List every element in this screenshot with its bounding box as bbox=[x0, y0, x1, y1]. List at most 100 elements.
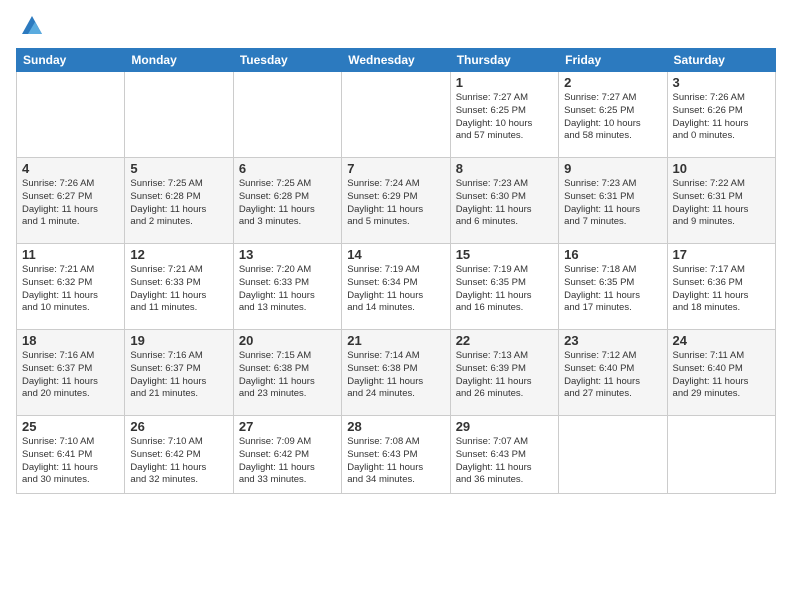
day-number: 6 bbox=[239, 161, 336, 176]
calendar-cell bbox=[17, 72, 125, 158]
day-number: 25 bbox=[22, 419, 119, 434]
calendar-table: SundayMondayTuesdayWednesdayThursdayFrid… bbox=[16, 48, 776, 494]
calendar-cell: 9 Sunrise: 7:23 AM Sunset: 6:31 PM Daylig… bbox=[559, 158, 667, 244]
day-info: Sunrise: 7:25 AM Sunset: 6:28 PM Dayligh… bbox=[239, 178, 336, 229]
day-info: Sunrise: 7:24 AM Sunset: 6:29 PM Dayligh… bbox=[347, 178, 444, 229]
day-number: 8 bbox=[456, 161, 553, 176]
calendar-cell bbox=[125, 72, 233, 158]
weekday-header-thursday: Thursday bbox=[450, 49, 558, 72]
day-info: Sunrise: 7:26 AM Sunset: 6:26 PM Dayligh… bbox=[673, 92, 770, 143]
day-number: 17 bbox=[673, 247, 770, 262]
day-info: Sunrise: 7:12 AM Sunset: 6:40 PM Dayligh… bbox=[564, 350, 661, 401]
day-info: Sunrise: 7:14 AM Sunset: 6:38 PM Dayligh… bbox=[347, 350, 444, 401]
weekday-header-tuesday: Tuesday bbox=[233, 49, 341, 72]
calendar-cell: 8 Sunrise: 7:23 AM Sunset: 6:30 PM Daylig… bbox=[450, 158, 558, 244]
day-number: 11 bbox=[22, 247, 119, 262]
day-number: 10 bbox=[673, 161, 770, 176]
day-number: 5 bbox=[130, 161, 227, 176]
day-number: 28 bbox=[347, 419, 444, 434]
calendar-cell: 13Sunrise: 7:20 AM Sunset: 6:33 PM Dayli… bbox=[233, 244, 341, 330]
calendar-cell: 6 Sunrise: 7:25 AM Sunset: 6:28 PM Daylig… bbox=[233, 158, 341, 244]
day-number: 15 bbox=[456, 247, 553, 262]
calendar-page: SundayMondayTuesdayWednesdayThursdayFrid… bbox=[0, 0, 792, 612]
calendar-cell: 27 Sunrise: 7:09 AM Sunset: 6:42 PM Dayli… bbox=[233, 416, 341, 494]
weekday-header-wednesday: Wednesday bbox=[342, 49, 450, 72]
day-number: 4 bbox=[22, 161, 119, 176]
calendar-cell: 25 Sunrise: 7:10 AM Sunset: 6:41 PM Dayli… bbox=[17, 416, 125, 494]
week-row-1: 1Sunrise: 7:27 AM Sunset: 6:25 PM Daylig… bbox=[17, 72, 776, 158]
calendar-cell bbox=[667, 416, 775, 494]
calendar-cell: 2 Sunrise: 7:27 AM Sunset: 6:25 PM Daylig… bbox=[559, 72, 667, 158]
week-row-3: 11 Sunrise: 7:21 AM Sunset: 6:32 PM Dayli… bbox=[17, 244, 776, 330]
day-number: 2 bbox=[564, 75, 661, 90]
day-number: 9 bbox=[564, 161, 661, 176]
day-info: Sunrise: 7:16 AM Sunset: 6:37 PM Dayligh… bbox=[22, 350, 119, 401]
calendar-cell: 24Sunrise: 7:11 AM Sunset: 6:40 PM Dayli… bbox=[667, 330, 775, 416]
calendar-cell: 26 Sunrise: 7:10 AM Sunset: 6:42 PM Dayli… bbox=[125, 416, 233, 494]
day-info: Sunrise: 7:10 AM Sunset: 6:42 PM Dayligh… bbox=[130, 436, 227, 487]
day-number: 13 bbox=[239, 247, 336, 262]
calendar-cell: 17 Sunrise: 7:17 AM Sunset: 6:36 PM Dayli… bbox=[667, 244, 775, 330]
logo-icon bbox=[18, 12, 46, 40]
calendar-cell: 21 Sunrise: 7:14 AM Sunset: 6:38 PM Dayli… bbox=[342, 330, 450, 416]
day-info: Sunrise: 7:21 AM Sunset: 6:33 PM Dayligh… bbox=[130, 264, 227, 315]
day-info: Sunrise: 7:16 AM Sunset: 6:37 PM Dayligh… bbox=[130, 350, 227, 401]
day-number: 24 bbox=[673, 333, 770, 348]
week-row-4: 18 Sunrise: 7:16 AM Sunset: 6:37 PM Dayli… bbox=[17, 330, 776, 416]
day-info: Sunrise: 7:23 AM Sunset: 6:31 PM Dayligh… bbox=[564, 178, 661, 229]
day-number: 7 bbox=[347, 161, 444, 176]
day-info: Sunrise: 7:10 AM Sunset: 6:41 PM Dayligh… bbox=[22, 436, 119, 487]
weekday-header-sunday: Sunday bbox=[17, 49, 125, 72]
day-info: Sunrise: 7:19 AM Sunset: 6:35 PM Dayligh… bbox=[456, 264, 553, 315]
day-number: 26 bbox=[130, 419, 227, 434]
calendar-cell bbox=[233, 72, 341, 158]
day-info: Sunrise: 7:17 AM Sunset: 6:36 PM Dayligh… bbox=[673, 264, 770, 315]
day-info: Sunrise: 7:13 AM Sunset: 6:39 PM Dayligh… bbox=[456, 350, 553, 401]
day-info: Sunrise: 7:18 AM Sunset: 6:35 PM Dayligh… bbox=[564, 264, 661, 315]
day-info: Sunrise: 7:09 AM Sunset: 6:42 PM Dayligh… bbox=[239, 436, 336, 487]
weekday-header-row: SundayMondayTuesdayWednesdayThursdayFrid… bbox=[17, 49, 776, 72]
day-info: Sunrise: 7:19 AM Sunset: 6:34 PM Dayligh… bbox=[347, 264, 444, 315]
day-number: 18 bbox=[22, 333, 119, 348]
day-number: 21 bbox=[347, 333, 444, 348]
calendar-cell: 16 Sunrise: 7:18 AM Sunset: 6:35 PM Dayli… bbox=[559, 244, 667, 330]
calendar-cell: 20Sunrise: 7:15 AM Sunset: 6:38 PM Dayli… bbox=[233, 330, 341, 416]
header bbox=[16, 12, 776, 40]
day-info: Sunrise: 7:15 AM Sunset: 6:38 PM Dayligh… bbox=[239, 350, 336, 401]
week-row-2: 4 Sunrise: 7:26 AM Sunset: 6:27 PM Daylig… bbox=[17, 158, 776, 244]
calendar-cell: 22 Sunrise: 7:13 AM Sunset: 6:39 PM Dayli… bbox=[450, 330, 558, 416]
day-info: Sunrise: 7:21 AM Sunset: 6:32 PM Dayligh… bbox=[22, 264, 119, 315]
calendar-cell: 28 Sunrise: 7:08 AM Sunset: 6:43 PM Dayli… bbox=[342, 416, 450, 494]
day-number: 22 bbox=[456, 333, 553, 348]
calendar-cell: 18 Sunrise: 7:16 AM Sunset: 6:37 PM Dayli… bbox=[17, 330, 125, 416]
day-info: Sunrise: 7:23 AM Sunset: 6:30 PM Dayligh… bbox=[456, 178, 553, 229]
calendar-cell: 14Sunrise: 7:19 AM Sunset: 6:34 PM Dayli… bbox=[342, 244, 450, 330]
day-number: 16 bbox=[564, 247, 661, 262]
day-number: 29 bbox=[456, 419, 553, 434]
day-number: 27 bbox=[239, 419, 336, 434]
logo bbox=[16, 12, 46, 40]
calendar-cell: 15 Sunrise: 7:19 AM Sunset: 6:35 PM Dayli… bbox=[450, 244, 558, 330]
day-info: Sunrise: 7:27 AM Sunset: 6:25 PM Dayligh… bbox=[564, 92, 661, 143]
day-info: Sunrise: 7:08 AM Sunset: 6:43 PM Dayligh… bbox=[347, 436, 444, 487]
day-number: 23 bbox=[564, 333, 661, 348]
day-info: Sunrise: 7:25 AM Sunset: 6:28 PM Dayligh… bbox=[130, 178, 227, 229]
calendar-cell: 29 Sunrise: 7:07 AM Sunset: 6:43 PM Dayli… bbox=[450, 416, 558, 494]
weekday-header-saturday: Saturday bbox=[667, 49, 775, 72]
calendar-cell bbox=[559, 416, 667, 494]
day-number: 19 bbox=[130, 333, 227, 348]
calendar-cell: 4 Sunrise: 7:26 AM Sunset: 6:27 PM Daylig… bbox=[17, 158, 125, 244]
weekday-header-friday: Friday bbox=[559, 49, 667, 72]
calendar-cell: 12 Sunrise: 7:21 AM Sunset: 6:33 PM Dayli… bbox=[125, 244, 233, 330]
day-number: 3 bbox=[673, 75, 770, 90]
calendar-cell: 11 Sunrise: 7:21 AM Sunset: 6:32 PM Dayli… bbox=[17, 244, 125, 330]
weekday-header-monday: Monday bbox=[125, 49, 233, 72]
calendar-cell: 23 Sunrise: 7:12 AM Sunset: 6:40 PM Dayli… bbox=[559, 330, 667, 416]
calendar-cell: 19 Sunrise: 7:16 AM Sunset: 6:37 PM Dayli… bbox=[125, 330, 233, 416]
day-info: Sunrise: 7:27 AM Sunset: 6:25 PM Dayligh… bbox=[456, 92, 553, 143]
day-info: Sunrise: 7:07 AM Sunset: 6:43 PM Dayligh… bbox=[456, 436, 553, 487]
calendar-cell: 3 Sunrise: 7:26 AM Sunset: 6:26 PM Daylig… bbox=[667, 72, 775, 158]
day-info: Sunrise: 7:26 AM Sunset: 6:27 PM Dayligh… bbox=[22, 178, 119, 229]
calendar-cell: 5 Sunrise: 7:25 AM Sunset: 6:28 PM Daylig… bbox=[125, 158, 233, 244]
day-number: 12 bbox=[130, 247, 227, 262]
